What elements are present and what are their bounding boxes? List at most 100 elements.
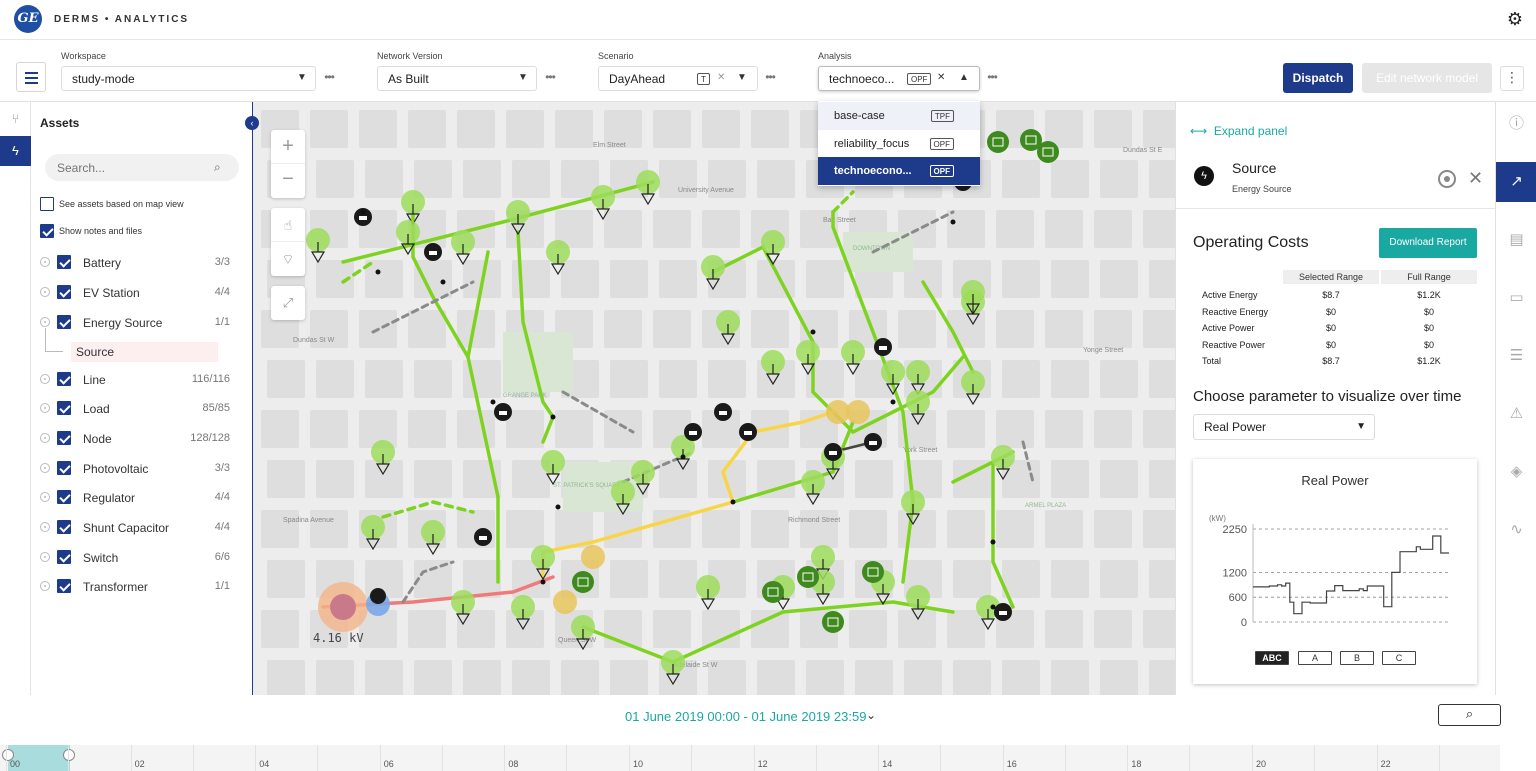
clear-icon[interactable]: ✕ <box>937 73 947 83</box>
phase-abc-button[interactable]: ABC <box>1255 651 1289 665</box>
asset-row-line[interactable]: Line 116/116 <box>31 369 252 391</box>
asset-row-shunt-capacitor[interactable]: Shunt Capacitor 4/4 <box>31 517 252 539</box>
building-block <box>1149 360 1175 398</box>
parameter-select[interactable]: Real Power ▼ <box>1193 414 1375 440</box>
lightning-icon[interactable]: ϟ <box>0 136 31 166</box>
building-block <box>555 410 593 448</box>
analysis-select[interactable]: technoeco... OPF ✕ ▲ <box>818 66 980 91</box>
zoom-out-button[interactable]: − <box>271 164 305 198</box>
expand-panel-button[interactable]: ⟷ Expand panel <box>1190 124 1287 138</box>
asset-checkbox[interactable] <box>57 315 71 329</box>
collapse-panel-icon[interactable]: ‹ <box>245 116 259 130</box>
date-range[interactable]: 01 June 2019 00:00 - 01 June 2019 23:59 <box>625 709 866 724</box>
info-icon[interactable]: ⓘ <box>1496 104 1536 144</box>
wifi-icon[interactable]: ⌔ <box>271 242 305 276</box>
network-version-more-button[interactable]: ••• <box>539 66 561 91</box>
hour-timeline[interactable]: 00 02 04 06 08 10 12 14 16 18 20 22 <box>0 745 1500 771</box>
asset-row-load[interactable]: Load 85/85 <box>31 398 252 420</box>
edit-network-model-button[interactable]: Edit network model <box>1362 63 1492 93</box>
pulse-icon[interactable]: ∿ <box>1496 510 1536 550</box>
workspace-select[interactable]: study-mode ▼ <box>61 66 316 91</box>
phase-c-button[interactable]: C <box>1382 651 1416 665</box>
asset-row-switch[interactable]: Switch 6/6 <box>31 547 252 569</box>
asset-checkbox[interactable] <box>57 550 71 564</box>
zoom-in-button[interactable]: + <box>271 130 305 164</box>
clear-icon[interactable]: ✕ <box>717 73 727 83</box>
asset-checkbox[interactable] <box>57 490 71 504</box>
analysis-option-reliability-focus[interactable]: reliability_focus OPF <box>818 130 980 158</box>
expand-icon[interactable] <box>40 403 50 413</box>
asset-checkbox[interactable] <box>57 285 71 299</box>
expand-icon[interactable] <box>40 522 50 532</box>
search-input[interactable] <box>45 154 239 181</box>
network-version-select[interactable]: As Built ▼ <box>377 66 537 91</box>
server-icon[interactable]: ☰ <box>1496 336 1536 376</box>
building-block <box>904 660 942 695</box>
tree-connector <box>45 328 46 352</box>
phase-a-button[interactable]: A <box>1298 651 1332 665</box>
branch-icon[interactable]: ⑂ <box>0 104 31 134</box>
show-notes-files-checkbox[interactable] <box>40 224 54 238</box>
dispatch-button[interactable]: Dispatch <box>1283 63 1353 93</box>
range-handle-end[interactable] <box>63 749 75 761</box>
building-block <box>1100 560 1138 598</box>
trend-icon[interactable]: ↗ <box>1496 162 1536 202</box>
analysis-option-technoeconomic[interactable]: technoecono... OPF <box>818 157 980 185</box>
phase-b-button[interactable]: B <box>1340 651 1374 665</box>
menu-button[interactable] <box>16 62 46 92</box>
building-block <box>267 660 305 695</box>
document-icon[interactable]: ▤ <box>1496 220 1536 260</box>
building-block <box>702 510 740 548</box>
asset-row-transformer[interactable]: Transformer 1/1 <box>31 576 252 598</box>
asset-row-battery[interactable]: Battery 3/3 <box>31 252 252 274</box>
locate-icon[interactable] <box>1438 170 1456 188</box>
layers-icon[interactable]: ◈ <box>1496 452 1536 492</box>
pan-hand-icon[interactable]: ☝ <box>271 208 305 242</box>
warning-icon[interactable]: ⚠ <box>1496 394 1536 434</box>
asset-row-ev-station[interactable]: EV Station 4/4 <box>31 282 252 304</box>
expand-icon[interactable] <box>40 374 50 384</box>
expand-icon[interactable] <box>40 317 50 327</box>
search-icon[interactable]: ⌕ <box>1438 704 1501 726</box>
asset-checkbox[interactable] <box>57 461 71 475</box>
asset-count: 116/116 <box>191 373 230 385</box>
expand-icon[interactable] <box>40 433 50 443</box>
folder-icon[interactable]: ▭ <box>1496 278 1536 318</box>
asset-row-regulator[interactable]: Regulator 4/4 <box>31 487 252 509</box>
expand-icon[interactable] <box>40 581 50 591</box>
scenario-select[interactable]: DayAhead T ✕ ▼ <box>598 66 758 91</box>
download-report-button[interactable]: Download Report <box>1379 228 1477 258</box>
gear-icon[interactable]: ⚙ <box>1504 8 1526 30</box>
asset-checkbox[interactable] <box>57 255 71 269</box>
network-map[interactable]: Dundas St W Queen St W Richmond Street A… <box>252 102 1175 695</box>
analysis-option-base-case[interactable]: base-case TPF <box>818 102 980 130</box>
analysis-more-button[interactable]: ••• <box>981 66 1003 91</box>
asset-row-energy-source[interactable]: Energy Source 1/1 <box>31 312 252 334</box>
subitem-label: Source <box>76 345 115 359</box>
asset-checkbox[interactable] <box>57 372 71 386</box>
chevron-up-icon[interactable]: ▲ <box>959 73 969 83</box>
expand-icon[interactable] <box>40 552 50 562</box>
asset-subitem-source[interactable]: Source <box>71 342 218 362</box>
chevron-down-icon[interactable]: ⌄ <box>866 708 876 722</box>
expand-icon[interactable] <box>40 492 50 502</box>
asset-checkbox[interactable] <box>57 401 71 415</box>
building-block <box>996 410 1034 448</box>
building-block <box>561 260 599 298</box>
asset-checkbox[interactable] <box>57 579 71 593</box>
more-vertical-icon[interactable]: ⋮ <box>1500 66 1524 91</box>
expand-icon[interactable] <box>40 257 50 267</box>
map-canvas[interactable]: Dundas St W Queen St W Richmond Street A… <box>253 102 1175 695</box>
asset-checkbox[interactable] <box>57 520 71 534</box>
fullscreen-icon[interactable]: ⤢ <box>271 286 305 320</box>
workspace-more-button[interactable]: ••• <box>318 66 340 91</box>
asset-row-photovoltaic[interactable]: Photovoltaic 3/3 <box>31 458 252 480</box>
expand-icon[interactable] <box>40 463 50 473</box>
asset-row-node[interactable]: Node 128/128 <box>31 428 252 450</box>
junction-node <box>950 219 956 225</box>
expand-icon[interactable] <box>40 287 50 297</box>
scenario-more-button[interactable]: ••• <box>759 66 781 91</box>
see-assets-map-view-checkbox[interactable] <box>40 197 54 211</box>
close-icon[interactable]: ✕ <box>1468 168 1483 188</box>
asset-checkbox[interactable] <box>57 431 71 445</box>
